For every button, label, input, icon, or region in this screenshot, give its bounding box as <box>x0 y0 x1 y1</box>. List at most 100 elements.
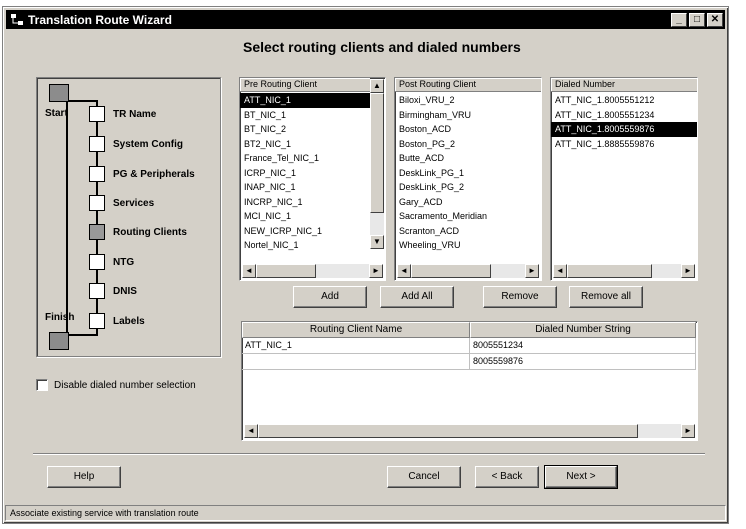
step-dnis-box <box>89 283 105 299</box>
list-item[interactable]: Wheeling_VRU <box>395 238 541 253</box>
step-services: Services <box>113 198 155 209</box>
checkbox-label: Disable dialed number selection <box>54 379 196 391</box>
list-item[interactable]: BT_NIC_1 <box>240 108 370 123</box>
pre-routing-client-header: Pre Routing Client <box>240 78 370 92</box>
network-icon <box>9 12 25 28</box>
list-item[interactable]: BT_NIC_2 <box>240 122 370 137</box>
list-item[interactable]: Gary_ACD <box>395 195 541 210</box>
scroll-down-icon[interactable]: ▼ <box>370 235 384 249</box>
finish-marker <box>49 332 69 350</box>
step-pg-peripherals: PG & Peripherals <box>113 169 195 180</box>
dialed-number-list[interactable]: Dialed Number ATT_NIC_1.8005551212 ATT_N… <box>550 77 698 281</box>
maximize-button[interactable]: □ <box>689 12 705 27</box>
list-item[interactable]: Butte_ACD <box>395 151 541 166</box>
grid-hscrollbar[interactable]: ◄ ► <box>244 424 695 438</box>
step-tr-name-box <box>89 106 105 122</box>
scroll-left-icon[interactable]: ◄ <box>397 264 411 278</box>
scroll-right-icon[interactable]: ► <box>525 264 539 278</box>
step-system-config: System Config <box>113 139 184 150</box>
wizard-steps-panel: Start TR Name System Config PG & Periphe… <box>36 77 221 357</box>
step-services-box <box>89 195 105 211</box>
step-routing-clients-box <box>89 224 105 240</box>
list-item[interactable]: DeskLink_PG_1 <box>395 166 541 181</box>
list-item[interactable]: INCRP_NIC_1 <box>240 195 370 210</box>
list-item[interactable]: BT2_NIC_1 <box>240 137 370 152</box>
scroll-left-icon[interactable]: ◄ <box>242 264 256 278</box>
disable-dialed-number-checkbox[interactable]: Disable dialed number selection <box>36 379 196 391</box>
remove-all-button[interactable]: Remove all <box>569 286 643 308</box>
back-button[interactable]: < Back <box>475 466 539 488</box>
list-item[interactable]: MCI_NIC_1 <box>240 209 370 224</box>
association-grid[interactable]: Routing Client Name Dialed Number String… <box>241 321 698 441</box>
list-item[interactable]: Boston_ACD <box>395 122 541 137</box>
help-button[interactable]: Help <box>47 466 121 488</box>
list-item[interactable]: Birmingham_VRU <box>395 108 541 123</box>
close-button[interactable]: ✕ <box>707 12 723 27</box>
list-item[interactable]: Sacramento_Meridian <box>395 209 541 224</box>
grid-cell[interactable]: 8005551234 <box>470 338 696 354</box>
scroll-left-icon[interactable]: ◄ <box>244 424 258 438</box>
step-finish-label: Finish <box>45 312 75 323</box>
step-ntg: NTG <box>113 257 135 268</box>
scroll-thumb[interactable] <box>411 264 491 278</box>
grid-col-routing-client[interactable]: Routing Client Name <box>242 322 470 338</box>
list-item[interactable]: Nortel_NIC_1 <box>240 238 370 253</box>
list-item[interactable]: Boston_PG_2 <box>395 137 541 152</box>
scroll-thumb[interactable] <box>258 424 638 438</box>
post-routing-hscrollbar[interactable]: ◄ ► <box>397 264 539 278</box>
step-system-config-box <box>89 136 105 152</box>
list-item[interactable]: ATT_NIC_1.8005551212 <box>551 93 697 108</box>
scroll-right-icon[interactable]: ► <box>681 264 695 278</box>
grid-cell[interactable] <box>242 354 470 370</box>
scroll-right-icon[interactable]: ► <box>681 424 695 438</box>
post-routing-client-list[interactable]: Post Routing Client Biloxi_VRU_2 Birming… <box>394 77 542 281</box>
step-pg-peripherals-box <box>89 166 105 182</box>
list-item[interactable]: ATT_NIC_1.8005551234 <box>551 108 697 123</box>
pre-routing-client-list[interactable]: Pre Routing Client ATT_NIC_1 BT_NIC_1 BT… <box>239 77 386 281</box>
table-row[interactable]: 8005559876 <box>242 354 697 370</box>
cancel-button[interactable]: Cancel <box>387 466 461 488</box>
step-labels: Labels <box>113 316 145 327</box>
pre-routing-hscrollbar[interactable]: ◄ ► <box>242 264 383 278</box>
post-routing-client-header: Post Routing Client <box>395 78 541 92</box>
list-item[interactable]: Scranton_ACD <box>395 224 541 239</box>
status-bar: Associate existing service with translat… <box>5 505 726 521</box>
remove-button[interactable]: Remove <box>483 286 557 308</box>
window-title: Translation Route Wizard <box>28 12 172 27</box>
list-item[interactable]: ATT_NIC_1 <box>240 93 370 108</box>
divider <box>33 453 705 455</box>
list-item[interactable]: DeskLink_PG_2 <box>395 180 541 195</box>
list-item[interactable]: INAP_NIC_1 <box>240 180 370 195</box>
scroll-up-icon[interactable]: ▲ <box>370 79 384 93</box>
list-item[interactable]: Biloxi_VRU_2 <box>395 93 541 108</box>
next-button[interactable]: Next > <box>544 465 618 489</box>
list-item[interactable]: France_Tel_NIC_1 <box>240 151 370 166</box>
add-button[interactable]: Add <box>293 286 367 308</box>
dialed-number-hscrollbar[interactable]: ◄ ► <box>553 264 695 278</box>
step-ntg-box <box>89 254 105 270</box>
minimize-button[interactable]: _ <box>671 12 687 27</box>
add-all-button[interactable]: Add All <box>380 286 454 308</box>
step-dnis: DNIS <box>113 286 137 297</box>
checkbox-box[interactable] <box>36 379 48 391</box>
grid-col-dialed-number[interactable]: Dialed Number String <box>470 322 696 338</box>
scroll-left-icon[interactable]: ◄ <box>553 264 567 278</box>
page-heading: Select routing clients and dialed number… <box>243 39 521 55</box>
list-item[interactable]: ATT_NIC_1.8885559876 <box>551 137 697 152</box>
scroll-thumb[interactable] <box>567 264 652 278</box>
grid-cell[interactable]: ATT_NIC_1 <box>242 338 470 354</box>
grid-cell[interactable]: 8005559876 <box>470 354 696 370</box>
list-item[interactable]: ICRP_NIC_1 <box>240 166 370 181</box>
scroll-thumb[interactable] <box>370 93 384 213</box>
step-tr-name: TR Name <box>113 109 157 120</box>
start-marker <box>49 84 69 102</box>
list-item[interactable]: NEW_ICRP_NIC_1 <box>240 224 370 239</box>
step-routing-clients: Routing Clients <box>113 227 187 238</box>
scroll-thumb[interactable] <box>256 264 316 278</box>
scroll-right-icon[interactable]: ► <box>369 264 383 278</box>
pre-routing-vscrollbar[interactable]: ▲ ▼ <box>370 79 384 249</box>
step-labels-box <box>89 313 105 329</box>
table-row[interactable]: ATT_NIC_1 8005551234 <box>242 338 697 354</box>
dialed-number-header: Dialed Number <box>551 78 697 92</box>
list-item[interactable]: ATT_NIC_1.8005559876 <box>551 122 697 137</box>
